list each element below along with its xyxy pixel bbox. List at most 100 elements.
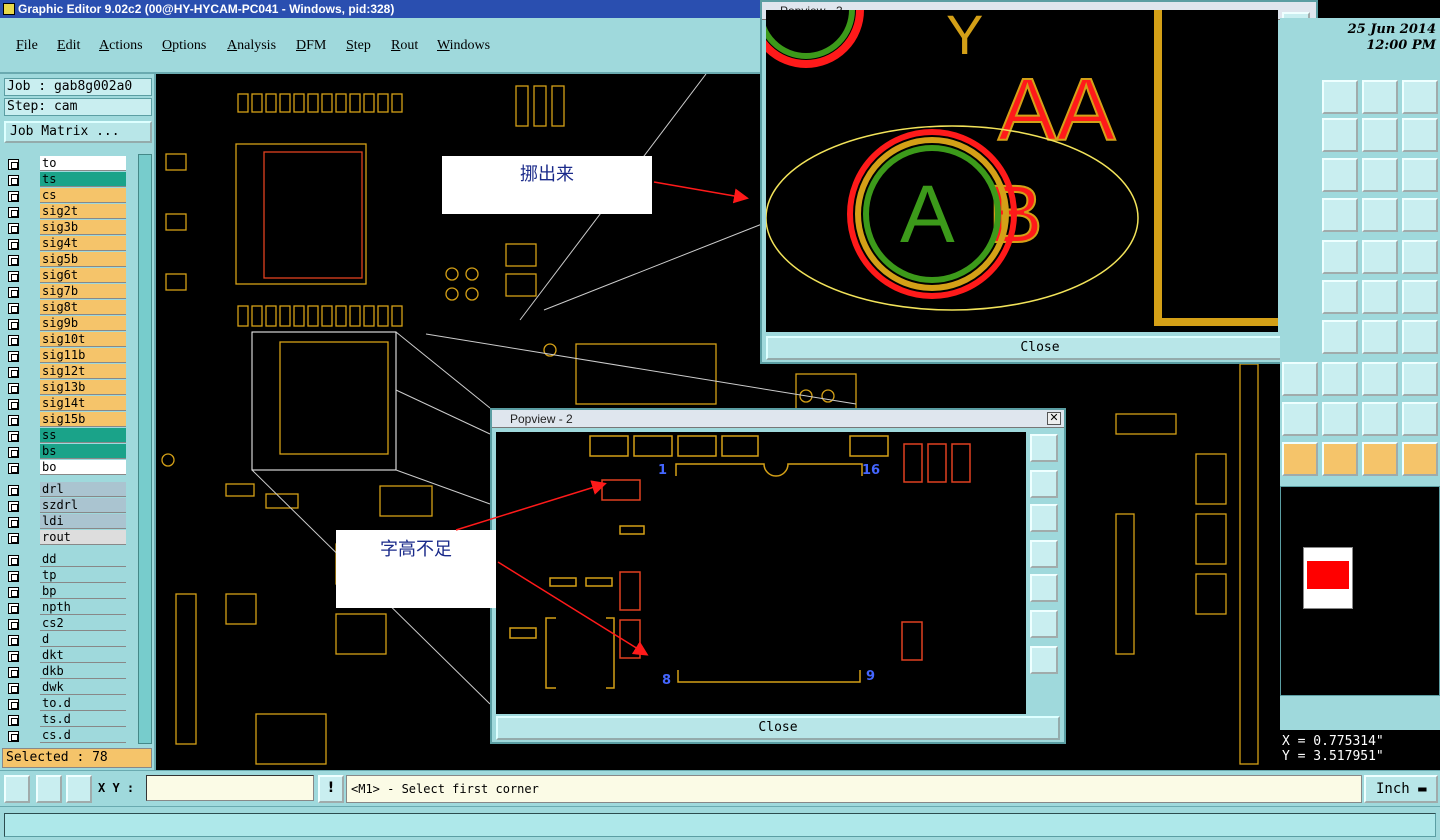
layer-checkbox[interactable] bbox=[8, 175, 19, 186]
pv2-zoom-fit-button[interactable] bbox=[1030, 434, 1058, 462]
layer-checkbox[interactable] bbox=[8, 303, 19, 314]
layer-row[interactable]: drl bbox=[4, 482, 126, 498]
layer-row[interactable]: cs.d bbox=[4, 728, 126, 744]
tool-select-button[interactable] bbox=[1362, 442, 1398, 476]
popview-3-canvas[interactable]: Y AA B A bbox=[766, 10, 1278, 332]
layer-checkbox[interactable] bbox=[8, 207, 19, 218]
layer-row[interactable]: dkt bbox=[4, 648, 126, 664]
layer-row[interactable]: sig9b bbox=[4, 316, 126, 332]
layer-checkbox[interactable] bbox=[8, 383, 19, 394]
menu-actions[interactable]: Actions bbox=[99, 38, 143, 54]
tool-layers2-button[interactable] bbox=[1402, 198, 1438, 232]
layer-row[interactable]: sig13b bbox=[4, 380, 126, 396]
popview-2-close-icon[interactable]: ✕ bbox=[1047, 412, 1061, 425]
layer-checkbox[interactable] bbox=[8, 271, 19, 282]
layer-checkbox[interactable] bbox=[8, 587, 19, 598]
pv2-zoom-out-button[interactable] bbox=[1030, 646, 1058, 674]
tool-route-button[interactable] bbox=[1402, 442, 1438, 476]
layer-row[interactable]: ldi bbox=[4, 514, 126, 530]
menu-rout[interactable]: Rout bbox=[391, 38, 418, 54]
menu-edit[interactable]: Edit bbox=[57, 38, 80, 54]
layer-row[interactable]: d bbox=[4, 632, 126, 648]
tool-grid-button[interactable] bbox=[1322, 198, 1358, 232]
layer-row[interactable]: sig8t bbox=[4, 300, 126, 316]
layer-row[interactable]: dkb bbox=[4, 664, 126, 680]
layer-checkbox[interactable] bbox=[8, 533, 19, 544]
layer-row[interactable]: sig4t bbox=[4, 236, 126, 252]
menu-file[interactable]: File bbox=[16, 38, 38, 54]
tool-edit-button[interactable] bbox=[1322, 240, 1358, 274]
layer-checkbox[interactable] bbox=[8, 571, 19, 582]
layer-checkbox[interactable] bbox=[8, 255, 19, 266]
pv2-pan-up-button[interactable] bbox=[1030, 470, 1058, 498]
tool-tri4-button[interactable] bbox=[1402, 402, 1438, 436]
unit-selector[interactable]: Inch ▬ bbox=[1364, 775, 1438, 803]
snap-grid-icon[interactable] bbox=[66, 775, 92, 803]
layer-row[interactable]: ss bbox=[4, 428, 126, 444]
popview-3-close-button[interactable]: Close bbox=[766, 336, 1314, 360]
layer-checkbox[interactable] bbox=[8, 635, 19, 646]
layer-checkbox[interactable] bbox=[8, 485, 19, 496]
job-matrix-button[interactable]: Job Matrix ... bbox=[4, 121, 152, 143]
layer-row[interactable]: bp bbox=[4, 584, 126, 600]
tool-group-button[interactable] bbox=[1402, 362, 1438, 396]
layer-checkbox[interactable] bbox=[8, 335, 19, 346]
layer-row[interactable]: to bbox=[4, 156, 126, 172]
popview-2-close-button[interactable]: Close bbox=[496, 716, 1060, 740]
pv2-pan-down-button[interactable] bbox=[1030, 504, 1058, 532]
layer-row[interactable]: bs bbox=[4, 444, 126, 460]
layer-checkbox[interactable] bbox=[8, 447, 19, 458]
layer-checkbox[interactable] bbox=[8, 603, 19, 614]
tool-rotate-button[interactable] bbox=[1362, 118, 1398, 152]
layer-row[interactable]: szdrl bbox=[4, 498, 126, 514]
tool-tri1-button[interactable] bbox=[1282, 402, 1318, 436]
layer-row[interactable]: cs2 bbox=[4, 616, 126, 632]
tool-cross-button[interactable] bbox=[1322, 280, 1358, 314]
layer-checkbox[interactable] bbox=[8, 715, 19, 726]
pv2-pan-right-button[interactable] bbox=[1030, 574, 1058, 602]
layer-row[interactable]: rout bbox=[4, 530, 126, 546]
layer-row[interactable]: sig6t bbox=[4, 268, 126, 284]
tool-pad2-button[interactable] bbox=[1282, 362, 1318, 396]
tool-layers-button[interactable] bbox=[1362, 198, 1398, 232]
layer-checkbox[interactable] bbox=[8, 731, 19, 742]
layer-row[interactable]: sig11b bbox=[4, 348, 126, 364]
layer-checkbox[interactable] bbox=[8, 415, 19, 426]
tool-trace-button[interactable] bbox=[1322, 362, 1358, 396]
tool-measure2-button[interactable] bbox=[1402, 280, 1438, 314]
layer-checkbox[interactable] bbox=[8, 667, 19, 678]
layer-checkbox[interactable] bbox=[8, 699, 19, 710]
tool-pad-button[interactable] bbox=[1402, 240, 1438, 274]
layer-checkbox[interactable] bbox=[8, 683, 19, 694]
tool-arc-button[interactable] bbox=[1362, 320, 1398, 354]
layer-checkbox[interactable] bbox=[8, 239, 19, 250]
tool-center-button[interactable] bbox=[1322, 158, 1358, 192]
pv2-zoom-in-button[interactable] bbox=[1030, 610, 1058, 638]
tool-measure-button[interactable] bbox=[1362, 280, 1398, 314]
tool-forward-button[interactable] bbox=[1322, 118, 1358, 152]
popview-2-canvas[interactable]: 1 16 8 9 bbox=[496, 432, 1026, 714]
alert-icon[interactable]: ! bbox=[318, 775, 344, 803]
menu-dfm[interactable]: DFM bbox=[296, 38, 326, 54]
layer-row[interactable]: ts bbox=[4, 172, 126, 188]
layer-row[interactable]: dd bbox=[4, 552, 126, 568]
layer-row[interactable]: npth bbox=[4, 600, 126, 616]
layer-checkbox[interactable] bbox=[8, 399, 19, 410]
layer-row[interactable]: cs bbox=[4, 188, 126, 204]
layer-row[interactable]: ts.d bbox=[4, 712, 126, 728]
menu-analysis[interactable]: Analysis bbox=[227, 38, 276, 54]
layer-checkbox[interactable] bbox=[8, 367, 19, 378]
tool-pointer-button[interactable] bbox=[1282, 442, 1318, 476]
tool-window-button[interactable] bbox=[1402, 80, 1438, 114]
layer-row[interactable]: tp bbox=[4, 568, 126, 584]
layer-row[interactable]: to.d bbox=[4, 696, 126, 712]
tool-tri3-button[interactable] bbox=[1362, 402, 1398, 436]
tool-line-button[interactable] bbox=[1322, 320, 1358, 354]
layer-row[interactable]: sig15b bbox=[4, 412, 126, 428]
layer-checkbox[interactable] bbox=[8, 431, 19, 442]
layer-checkbox[interactable] bbox=[8, 517, 19, 528]
measure-icon[interactable] bbox=[36, 775, 62, 803]
layer-row[interactable]: bo bbox=[4, 460, 126, 476]
layer-row[interactable]: sig3b bbox=[4, 220, 126, 236]
layer-row[interactable]: sig7b bbox=[4, 284, 126, 300]
